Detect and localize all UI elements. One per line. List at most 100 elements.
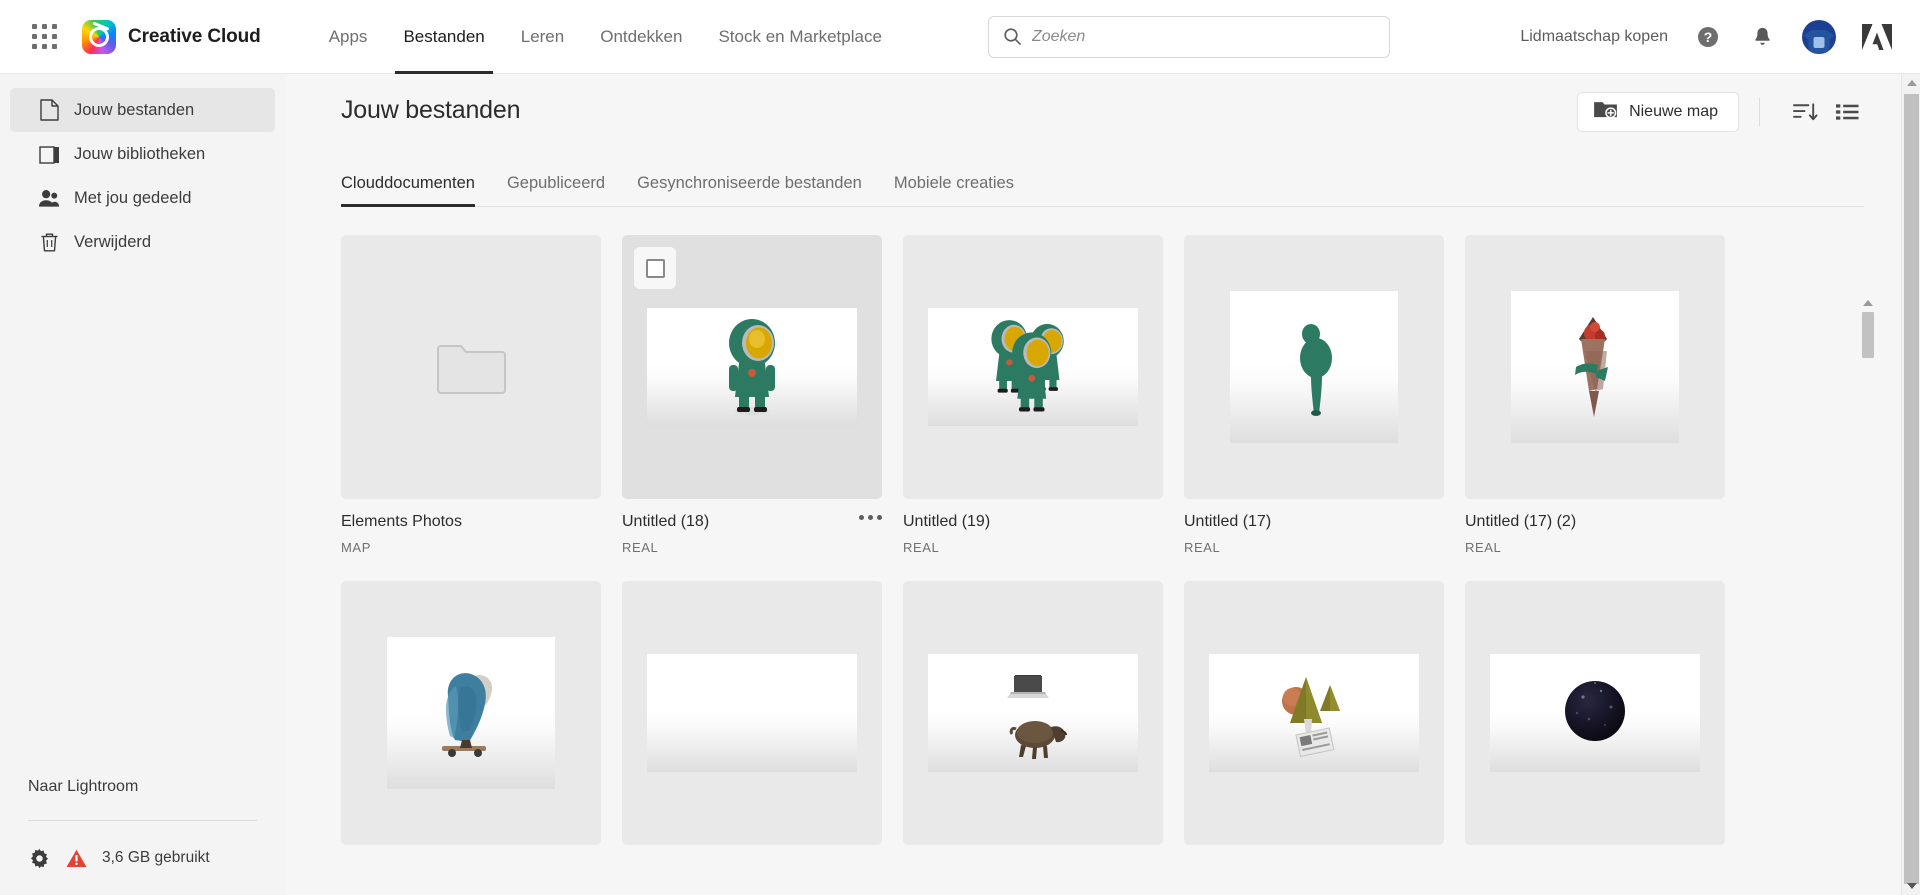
file-card-meta: [1184, 845, 1444, 868]
new-folder-button[interactable]: Nieuwe map: [1577, 92, 1739, 132]
file-card[interactable]: [903, 581, 1163, 868]
sidebar-item-jouw-bibliotheken[interactable]: Jouw bibliotheken: [10, 132, 275, 176]
folder-icon: [437, 345, 506, 394]
file-card-meta: Untitled (18) REAL: [622, 499, 882, 555]
gear-icon[interactable]: [28, 847, 50, 869]
file-card-type: REAL: [1465, 540, 1502, 555]
file-card[interactable]: [341, 581, 601, 868]
tab-clouddocumenten[interactable]: Clouddocumenten: [341, 174, 491, 207]
file-card-type: REAL: [622, 540, 659, 555]
nav-item-leren[interactable]: Leren: [503, 0, 582, 74]
blue-cloud-rock-on-board-thumb: [387, 637, 555, 789]
adobe-logo-icon[interactable]: [1862, 23, 1892, 51]
file-card-thumbnail[interactable]: [1184, 581, 1444, 845]
file-card[interactable]: [1184, 581, 1444, 868]
nav-item-apps[interactable]: Apps: [311, 0, 386, 74]
brand-name: Creative Cloud: [128, 25, 261, 47]
file-card-thumbnail[interactable]: [341, 235, 601, 499]
file-card-type: MAP: [341, 540, 371, 555]
new-folder-label: Nieuwe map: [1629, 103, 1718, 120]
sort-descending-icon[interactable]: [1788, 95, 1822, 129]
sidebar: Jouw bestanden Jouw bibliotheken Met jou…: [0, 74, 285, 895]
search-box[interactable]: [987, 15, 1390, 58]
file-card-type: REAL: [1184, 540, 1221, 555]
page-title: Jouw bestanden: [341, 96, 521, 124]
nav-item-ontdekken[interactable]: Ontdekken: [582, 0, 700, 74]
tab-gepubliceerd[interactable]: Gepubliceerd: [491, 174, 621, 206]
warning-triangle-icon[interactable]: [66, 849, 87, 868]
tab-mobiele-creaties[interactable]: Mobiele creaties: [878, 174, 1030, 206]
file-card-thumbnail[interactable]: [622, 235, 882, 499]
sidebar-item-label: Jouw bibliotheken: [74, 144, 206, 163]
file-card-thumbnail[interactable]: [622, 581, 882, 845]
body: Jouw bestanden Jouw bibliotheken Met jou…: [0, 74, 1920, 895]
content-scrollbar-up-arrow[interactable]: [1860, 296, 1876, 310]
file-grid: Elements Photos MAP Untitled (18) REAL U…: [341, 235, 1864, 894]
buy-membership-link[interactable]: Lidmaatschap kopen: [1520, 28, 1668, 46]
file-card[interactable]: Untitled (19) REAL: [903, 235, 1163, 555]
file-card-thumbnail[interactable]: [1184, 235, 1444, 499]
flower-bouquet-thumb: [1511, 291, 1679, 443]
new-folder-icon: [1594, 100, 1617, 124]
trash-icon: [38, 231, 60, 253]
brand-home-link[interactable]: Creative Cloud: [82, 19, 261, 54]
toolbar-divider: [1759, 98, 1760, 126]
tab-gesynchroniseerde-bestanden[interactable]: Gesynchroniseerde bestanden: [621, 174, 878, 206]
nav-item-bestanden[interactable]: Bestanden: [385, 0, 502, 74]
file-card[interactable]: [1465, 581, 1725, 868]
file-card-thumbnail[interactable]: [903, 581, 1163, 845]
library-icon: [38, 143, 60, 165]
header-toolbar: Nieuwe map: [1577, 92, 1864, 132]
file-card[interactable]: Untitled (18) REAL: [622, 235, 882, 555]
sidebar-item-met-jou-gedeeld[interactable]: Met jou gedeeld: [10, 176, 275, 220]
sidebar-item-label: Jouw bestanden: [74, 100, 195, 119]
sidebar-item-jouw-bestanden[interactable]: Jouw bestanden: [10, 88, 275, 132]
file-icon: [38, 99, 60, 121]
content-scrollbar[interactable]: [1860, 296, 1876, 895]
file-card-name: Untitled (18): [622, 513, 710, 530]
creative-cloud-logo-icon: [82, 19, 116, 54]
empty-scene-thumb: [647, 654, 857, 772]
file-card-thumbnail[interactable]: [1465, 581, 1725, 845]
file-card[interactable]: Untitled (17) (2) REAL: [1465, 235, 1725, 555]
svg-text:?: ?: [1704, 29, 1713, 45]
browser-scrollbar[interactable]: [1901, 74, 1920, 895]
naar-lightroom-link[interactable]: Naar Lightroom: [0, 778, 285, 796]
file-card[interactable]: [622, 581, 882, 868]
app-grid-icon[interactable]: [30, 22, 60, 52]
creative-cloud-app: Creative Cloud Apps Bestanden Leren Ontd…: [0, 0, 1920, 895]
content-scrollbar-thumb[interactable]: [1862, 312, 1874, 358]
laptop-and-boar-thumb: [928, 654, 1138, 772]
file-card-meta: Untitled (17) (2) REAL: [1465, 499, 1725, 555]
sidebar-item-label: Verwijderd: [74, 232, 152, 251]
main-nav: Apps Bestanden Leren Ontdekken Stock en …: [311, 0, 900, 74]
file-card-meta: [341, 845, 601, 868]
browser-scrollbar-thumb[interactable]: [1904, 94, 1919, 884]
file-grid-scroll-area[interactable]: Elements Photos MAP Untitled (18) REAL U…: [285, 207, 1920, 895]
three-green-astronaut-figures-thumb: [928, 308, 1138, 426]
bell-icon[interactable]: [1748, 23, 1776, 51]
file-card-name: Untitled (19): [903, 513, 991, 530]
file-card-menu-icon[interactable]: [851, 513, 882, 520]
file-card[interactable]: Elements Photos MAP: [341, 235, 601, 555]
list-view-icon[interactable]: [1830, 95, 1864, 129]
header-actions: Lidmaatschap kopen ?: [1520, 19, 1898, 54]
search-icon: [1004, 28, 1021, 45]
help-circle-icon[interactable]: ?: [1694, 23, 1722, 51]
file-card-thumbnail[interactable]: [903, 235, 1163, 499]
storage-status-row: 3,6 GB gebruikt: [0, 847, 285, 895]
file-card[interactable]: Untitled (17) REAL: [1184, 235, 1444, 555]
user-avatar[interactable]: [1802, 19, 1836, 54]
file-select-checkbox[interactable]: [634, 247, 676, 289]
browser-scrollbar-up-arrow[interactable]: [1902, 74, 1920, 92]
nav-item-stock-marketplace[interactable]: Stock en Marketplace: [700, 0, 899, 74]
file-card-meta: [622, 845, 882, 868]
browser-scrollbar-down-arrow[interactable]: [1902, 877, 1920, 895]
main-content: Jouw bestanden Nieuwe map Clouddocumente…: [285, 74, 1920, 895]
search-input[interactable]: [1031, 27, 1375, 46]
file-card-thumbnail[interactable]: [341, 581, 601, 845]
file-card-thumbnail[interactable]: [1465, 235, 1725, 499]
sidebar-item-verwijderd[interactable]: Verwijderd: [10, 220, 275, 264]
dark-planet-sphere-thumb: [1490, 654, 1700, 772]
